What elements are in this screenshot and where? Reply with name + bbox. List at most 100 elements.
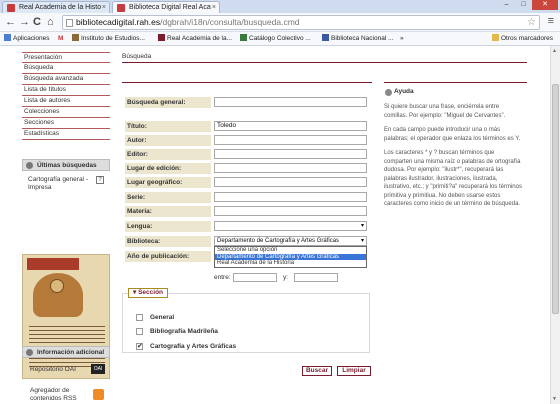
nav-busqueda-avanzada[interactable]: Búsqueda avanzada xyxy=(22,74,110,85)
bookmark-catalogo[interactable]: Catálogo Colectivo ... xyxy=(240,32,311,45)
bookmark-rah[interactable]: Real Academia de la... xyxy=(158,32,232,45)
chevron-down-icon: ▾ xyxy=(360,238,364,244)
browser-toolbar: ← → C ⌂ bibliotecadigital.rah.es/dgbrah/… xyxy=(0,13,560,32)
author-input[interactable] xyxy=(214,135,367,145)
oai-icon[interactable]: OAI xyxy=(91,364,105,374)
wrench-icon[interactable]: ≡ xyxy=(548,15,554,27)
field-materia: Materia: xyxy=(125,206,375,217)
scrollbar-thumb[interactable] xyxy=(552,84,559,314)
maximize-icon[interactable]: □ xyxy=(515,0,532,10)
bookmark-icon xyxy=(72,34,79,41)
page-title: Búsqueda xyxy=(122,53,152,60)
home-icon[interactable]: ⌂ xyxy=(47,16,54,28)
bookmark-icon xyxy=(158,34,165,41)
language-select[interactable]: ▾ xyxy=(214,221,367,231)
tab-title: Biblioteca Digital Real Aca xyxy=(129,4,211,11)
info-icon xyxy=(26,349,33,356)
nav-presentacion[interactable]: Presentación xyxy=(22,52,110,63)
folder-icon xyxy=(492,34,499,41)
nav-secciones[interactable]: Secciones xyxy=(22,118,110,129)
vertical-scrollbar[interactable]: ▲ ▼ xyxy=(550,46,560,404)
dropdown-option[interactable]: Real Academia de la Historia xyxy=(215,260,366,267)
url-domain: bibliotecadigital.rah.es xyxy=(76,17,161,27)
nav-lista-titulos[interactable]: Lista de títulos xyxy=(22,85,110,96)
chevron-down-icon: ▾ xyxy=(360,223,364,229)
scroll-down-icon[interactable]: ▼ xyxy=(552,396,557,402)
field-lugar-geografico: Lugar geográfico: xyxy=(125,177,375,188)
rss-icon[interactable] xyxy=(93,389,104,400)
section-label-cartografia: Cartografía y Artes Gráficas xyxy=(150,343,237,350)
help-paragraph: En cada campo puede introducir una o más… xyxy=(384,127,521,142)
subject-input[interactable] xyxy=(214,206,367,216)
nav-colecciones[interactable]: Colecciones xyxy=(22,107,110,118)
close-tab-icon[interactable]: × xyxy=(102,2,106,13)
section-fieldset: ▾ Sección General Bibliografía Madrileña… xyxy=(122,288,370,353)
field-editor: Editor: xyxy=(125,149,375,160)
bookmark-instituto[interactable]: Instituto de Estudios... xyxy=(72,32,145,45)
edition-place-input[interactable] xyxy=(214,163,367,173)
bookmark-apps[interactable]: Aplicaciones xyxy=(4,32,50,45)
field-lengua: Lengua: ▾ xyxy=(125,221,375,232)
section-label-bibliografia: Bibliografía Madrileña xyxy=(150,328,218,335)
year-from-input[interactable] xyxy=(233,273,277,282)
close-window-icon[interactable]: ✕ xyxy=(532,0,558,10)
bookmark-bne[interactable]: Biblioteca Nacional ... xyxy=(322,32,394,45)
web-page: Presentación Búsqueda Búsqueda avanzada … xyxy=(0,46,550,404)
editor-input[interactable] xyxy=(214,149,367,159)
general-search-input[interactable] xyxy=(214,97,367,107)
reload-icon[interactable]: C xyxy=(33,16,41,28)
year-to-input[interactable] xyxy=(294,273,338,282)
url-path: /dgbrah/i18n/consulta/busqueda.cmd xyxy=(160,17,300,27)
bookmark-icon xyxy=(322,34,329,41)
title-input[interactable]: Toledo xyxy=(214,121,367,131)
bookmark-gmail[interactable]: M xyxy=(58,32,63,45)
recent-searches-header: Últimas búsquedas xyxy=(22,159,110,171)
apps-icon xyxy=(4,34,11,41)
clear-button[interactable]: Limpiar xyxy=(337,366,371,376)
checkbox-cartografia[interactable]: ✔ xyxy=(136,343,143,350)
scroll-up-icon[interactable]: ▲ xyxy=(552,48,557,54)
checkbox-bibliografia[interactable] xyxy=(136,328,143,335)
other-bookmarks[interactable]: Otros marcadores xyxy=(492,32,553,45)
rss-link[interactable]: Agregador de contenidos RSS xyxy=(30,387,88,403)
help-badge-icon[interactable]: ? xyxy=(96,176,104,184)
help-title: Ayuda xyxy=(384,87,524,97)
address-bar[interactable]: bibliotecadigital.rah.es/dgbrah/i18n/con… xyxy=(62,15,540,30)
recent-search-item[interactable]: Cartografía general - Impresa xyxy=(28,176,94,192)
field-busqueda-general: Búsqueda general: xyxy=(125,97,375,108)
nav-lista-autores[interactable]: Lista de autores xyxy=(22,96,110,107)
help-top-rule xyxy=(384,82,527,83)
library-dropdown-list: Seleccione una opción Departamento de Ca… xyxy=(214,246,367,268)
page-icon xyxy=(66,19,73,27)
series-input[interactable] xyxy=(214,192,367,202)
checkbox-general[interactable] xyxy=(136,314,143,321)
forward-icon[interactable]: → xyxy=(19,16,30,28)
history-icon xyxy=(26,162,33,169)
library-select[interactable]: Departamento de Cartografía y Artes Gráf… xyxy=(214,236,367,246)
range-from-label: entre: xyxy=(214,274,231,281)
bookmark-star-icon[interactable]: ☆ xyxy=(527,16,536,29)
nav-busqueda[interactable]: Búsqueda xyxy=(22,63,110,74)
tab-real-academia[interactable]: Real Academia de la Histo × xyxy=(2,1,110,13)
help-paragraph: Si quiere buscar una frase, enciérrela e… xyxy=(384,104,506,119)
section-label-general: General xyxy=(150,314,175,321)
field-lugar-edicion: Lugar de edición: xyxy=(125,163,375,174)
back-icon[interactable]: ← xyxy=(5,16,16,28)
field-titulo: Título: Toledo xyxy=(125,121,375,132)
tab-strip: Real Academia de la Histo × Biblioteca D… xyxy=(0,0,560,13)
section-legend[interactable]: ▾ Sección xyxy=(128,288,169,298)
minimize-icon[interactable]: – xyxy=(498,0,515,10)
help-paragraph: Los caracteres * y ? buscan términos que… xyxy=(384,150,522,207)
tab-biblioteca-digital[interactable]: Biblioteca Digital Real Aca × xyxy=(112,1,220,13)
search-button[interactable]: Buscar xyxy=(302,366,332,376)
manuscript-image xyxy=(22,254,110,379)
field-autor: Autor: xyxy=(125,135,375,146)
oai-link[interactable]: Repositorio OAI xyxy=(30,366,76,373)
geo-place-input[interactable] xyxy=(214,177,367,187)
title-rule xyxy=(122,62,527,63)
left-navigation: Presentación Búsqueda Búsqueda avanzada … xyxy=(22,52,110,140)
nav-estadisticas[interactable]: Estadísticas xyxy=(22,129,110,140)
bookmarks-overflow[interactable]: » xyxy=(400,32,404,45)
range-to-label: y: xyxy=(283,274,289,281)
close-tab-icon[interactable]: × xyxy=(212,2,216,13)
